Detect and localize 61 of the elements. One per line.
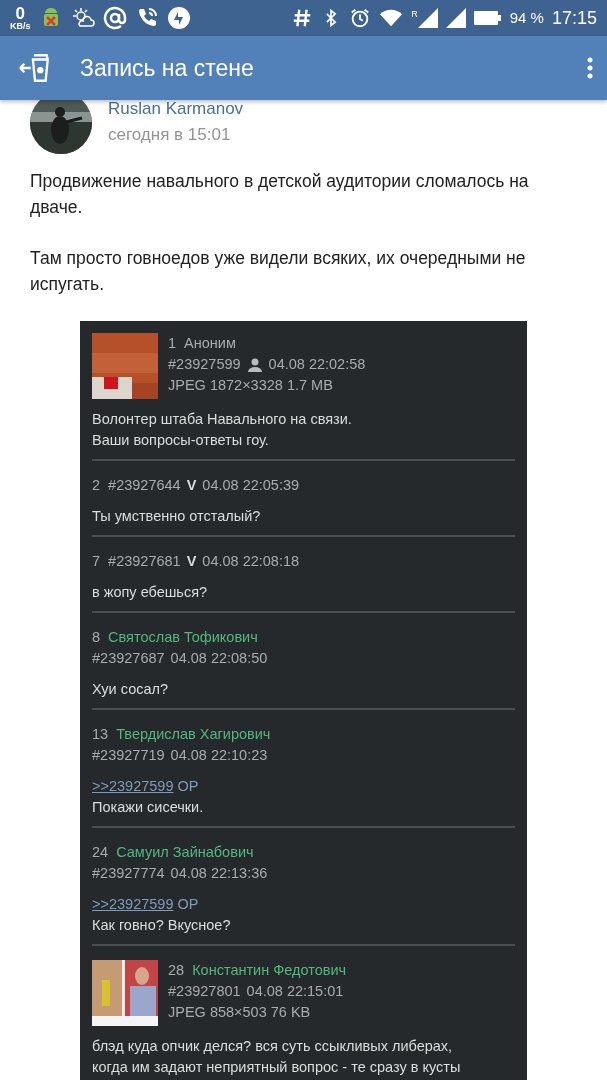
post-date: 04.08 22:10:23 [170, 746, 268, 765]
poster-name: Твердислав Хагирович [116, 725, 271, 744]
poster-name: Самуил Зайнабович [116, 843, 254, 862]
post-message: в жопу ебешься? [92, 583, 209, 602]
sage-mark: V [186, 552, 197, 571]
post-number: 28 [168, 961, 185, 980]
post-text: Продвижение навального в детской аудитории сломалось на дваче. [30, 170, 530, 220]
post-date: 04.08 22:08:18 [202, 552, 300, 571]
post-id[interactable]: #23927599 [168, 354, 241, 375]
file-info: JPEG 858×503 76 KB [168, 1003, 312, 1022]
post-id[interactable]: #23927644 [108, 475, 181, 496]
post-message: Хуи сосал? [92, 680, 170, 699]
battery-icon [473, 10, 502, 26]
post-id[interactable]: #23927801 [168, 981, 241, 1002]
post-date: 04.08 22:02:58 [268, 355, 366, 374]
post-number: 1 [168, 334, 177, 353]
post-id[interactable]: #23927719 [92, 745, 165, 766]
post-message: когда им задают неприятный вопрос - те сразу в кусты [92, 1058, 462, 1077]
post-message: блэд куда опчик делся? вся суть ссыкливых либерах, [92, 1037, 454, 1056]
reply-link[interactable]: >>23927599 [92, 894, 174, 915]
poster-name: Константин Федотович [192, 961, 347, 980]
signal-icon [417, 8, 438, 28]
at-icon [102, 6, 127, 30]
wifi-icon [379, 7, 404, 29]
poster-name: Святослав Тофикович [108, 628, 258, 647]
post-number: 7 [92, 552, 101, 571]
reply-link[interactable]: >>23927599 [92, 776, 174, 797]
weather-icon [70, 6, 95, 30]
post-number: 13 [92, 725, 109, 744]
post-number: 2 [92, 476, 101, 495]
post-text: Там просто говноедов уже видели всяких, их очередными не испугать. [30, 246, 527, 296]
op-label: OP [177, 777, 199, 796]
clock: 17:15 [551, 6, 597, 30]
post-id[interactable]: #23927774 [92, 863, 165, 884]
post-message: Ты умственно отсталый? [92, 507, 262, 526]
poster-name: Аноним [184, 334, 236, 353]
file-info: JPEG 1872×3328 1.7 MB [168, 376, 334, 395]
sage-mark: V [186, 476, 197, 495]
post-date: 04.08 22:05:39 [202, 476, 300, 495]
post-date: 04.08 22:08:50 [170, 649, 268, 668]
speed-value: 0 [15, 5, 25, 22]
post-message: Покажи сисечки. [92, 798, 205, 817]
post-id[interactable]: #23927687 [92, 648, 165, 669]
post-number: 8 [92, 628, 101, 647]
battery-percent: 94 % [509, 7, 544, 28]
author-name[interactable]: Ruslan Karmanov [108, 96, 244, 122]
post-number: 24 [92, 843, 109, 862]
post-date: 04.08 22:13:36 [170, 864, 268, 883]
roaming-label: R [411, 8, 418, 21]
more-icon[interactable] [587, 56, 593, 80]
post-message: Волонтер штаба Навального на связи. [92, 410, 353, 429]
op-label: OP [177, 895, 199, 914]
speed-unit: KB/s [10, 22, 31, 31]
post-id[interactable]: #23927681 [108, 551, 181, 572]
signal-icon [445, 8, 466, 28]
post-date: 04.08 22:15:01 [246, 982, 344, 1001]
post-message: Ваши вопросы-ответы гоу. [92, 431, 270, 450]
back-icon[interactable] [18, 53, 52, 83]
post-time: сегодня в 15:01 [108, 123, 232, 146]
screen-title: Запись на стене [80, 53, 255, 83]
post-message: Как говно? Вкусное? [92, 916, 232, 935]
